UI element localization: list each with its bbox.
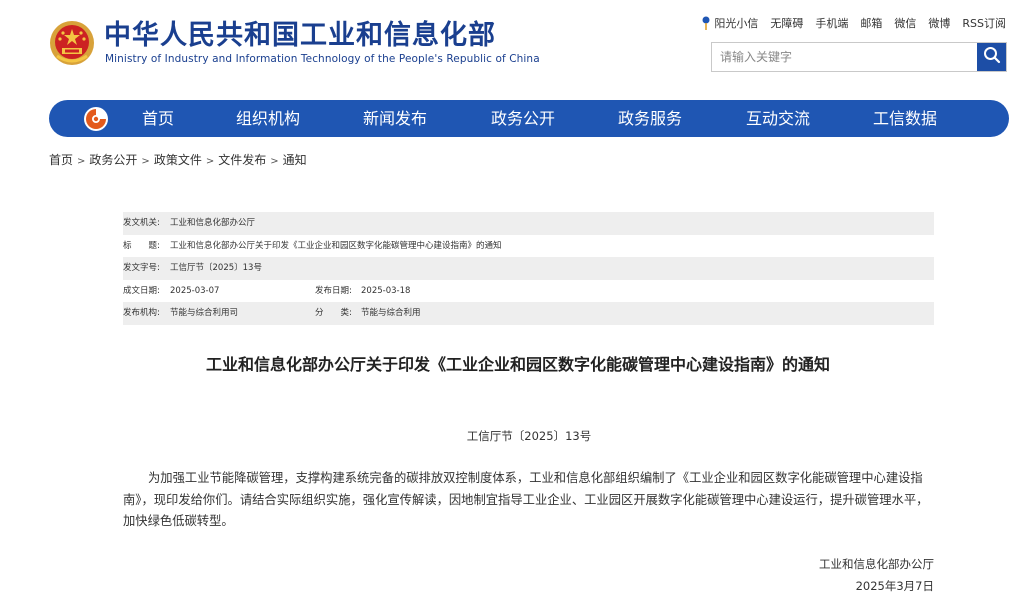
search-box bbox=[711, 42, 1007, 72]
nav-news[interactable]: 新闻发布 bbox=[363, 100, 427, 137]
breadcrumb-policy-documents[interactable]: 政策文件 bbox=[154, 153, 202, 167]
meta-title: 工业和信息化部办公厅关于印发《工业企业和园区数字化能碳管理中心建设指南》的通知 bbox=[170, 240, 502, 251]
top-link-wechat[interactable]: 微信 bbox=[894, 15, 916, 31]
main-nav: 首页 组织机构 新闻发布 政务公开 政务服务 互动交流 工信数据 bbox=[49, 100, 1009, 137]
meta-label: 标 题: bbox=[123, 240, 160, 251]
top-link-weibo[interactable]: 微博 bbox=[928, 15, 950, 31]
article-signer: 工业和信息化部办公厅 bbox=[819, 557, 934, 571]
breadcrumb-separator: > bbox=[77, 156, 86, 167]
search-icon bbox=[983, 46, 1001, 68]
nav-home[interactable]: 首页 bbox=[142, 100, 174, 137]
nav-organization[interactable]: 组织机构 bbox=[236, 100, 300, 137]
breadcrumb-home[interactable]: 首页 bbox=[49, 153, 73, 167]
meta-row-dates: 成文日期: 2025-03-07 发布日期: 2025-03-18 bbox=[123, 280, 934, 303]
meta-issuer: 工业和信息化部办公厅 bbox=[170, 218, 256, 228]
meta-created-date: 2025-03-07 bbox=[170, 285, 220, 296]
meta-row-issuer: 发文机关: 工业和信息化部办公厅 bbox=[123, 212, 934, 235]
document-meta-table: 发文机关: 工业和信息化部办公厅 标 题: 工业和信息化部办公厅关于印发《工业企… bbox=[123, 212, 934, 325]
breadcrumb: 首页 > 政务公开 > 政策文件 > 文件发布 > 通知 bbox=[49, 151, 307, 168]
meta-label: 发布机构: bbox=[123, 308, 160, 318]
breadcrumb-separator: > bbox=[141, 156, 150, 167]
top-link-rss[interactable]: RSS订阅 bbox=[962, 15, 1006, 31]
breadcrumb-notice[interactable]: 通知 bbox=[283, 153, 307, 167]
nav-government-affairs[interactable]: 政务公开 bbox=[491, 100, 555, 137]
breadcrumb-government-affairs[interactable]: 政务公开 bbox=[89, 153, 137, 167]
search-input[interactable] bbox=[712, 43, 974, 71]
search-button[interactable] bbox=[977, 43, 1006, 71]
nav-services[interactable]: 政务服务 bbox=[618, 100, 682, 137]
meta-docno: 工信厅节〔2025〕13号 bbox=[170, 263, 262, 273]
ministry-logo-icon bbox=[83, 106, 109, 132]
site-title[interactable]: 中华人民共和国工业和信息化部 bbox=[104, 20, 496, 52]
pin-icon bbox=[702, 16, 710, 30]
meta-published-date: 2025-03-18 bbox=[361, 285, 411, 296]
top-link-sunshine[interactable]: 阳光小信 bbox=[714, 15, 758, 31]
article-title: 工业和信息化部办公厅关于印发《工业企业和园区数字化能碳管理中心建设指南》的通知 bbox=[205, 355, 830, 374]
breadcrumb-separator: > bbox=[270, 156, 279, 167]
meta-label: 发文字号: bbox=[123, 263, 160, 273]
meta-row-docno: 发文字号: 工信厅节〔2025〕13号 bbox=[123, 257, 934, 280]
breadcrumb-document-release[interactable]: 文件发布 bbox=[218, 153, 266, 167]
meta-category: 节能与综合利用 bbox=[361, 308, 421, 318]
meta-label: 分 类: bbox=[315, 308, 352, 318]
breadcrumb-separator: > bbox=[205, 156, 215, 167]
top-links: 阳光小信 无障碍 手机端 邮箱 微信 微博 RSS订阅 bbox=[702, 15, 1006, 31]
article-body: 为加强工业节能降碳管理，支撑构建系统完备的碳排放双控制度体系，工业和信息化部组织… bbox=[123, 471, 929, 528]
meta-org: 节能与综合利用司 bbox=[170, 308, 239, 318]
meta-label: 发布日期: bbox=[315, 285, 352, 296]
meta-row-org: 发布机构: 节能与综合利用司 分 类: 节能与综合利用 bbox=[123, 302, 934, 325]
meta-label: 发文机关: bbox=[123, 218, 160, 228]
meta-label: 成文日期: bbox=[123, 285, 160, 296]
top-link-mail[interactable]: 邮箱 bbox=[860, 15, 882, 31]
top-link-mobile[interactable]: 手机端 bbox=[815, 15, 848, 31]
nav-data[interactable]: 工信数据 bbox=[873, 100, 937, 137]
article-doc-number: 工信厅节〔2025〕13号 bbox=[466, 429, 592, 443]
article-sign-date: 2025年3月7日 bbox=[855, 579, 934, 593]
meta-row-title: 标 题: 工业和信息化部办公厅关于印发《工业企业和园区数字化能碳管理中心建设指南… bbox=[123, 235, 934, 258]
top-link-accessibility[interactable]: 无障碍 bbox=[770, 15, 803, 31]
nav-interaction[interactable]: 互动交流 bbox=[746, 100, 810, 137]
national-emblem-icon bbox=[49, 20, 95, 66]
site-subtitle: Ministry of Industry and Information Tec… bbox=[105, 53, 540, 65]
